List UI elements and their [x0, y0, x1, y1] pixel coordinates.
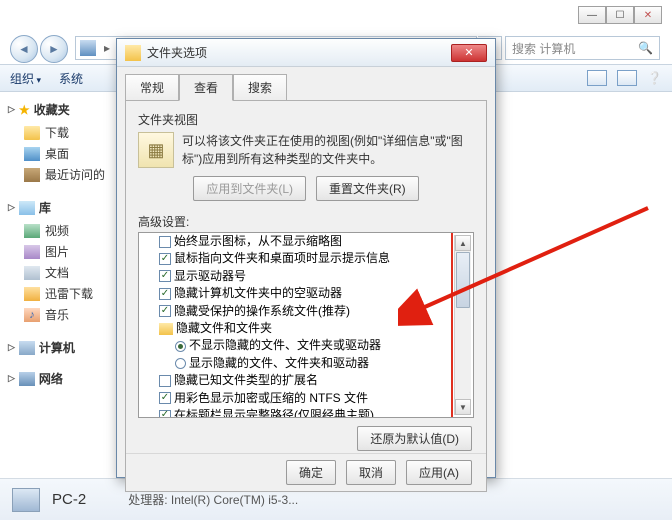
apply-button[interactable]: 应用(A) [406, 460, 472, 485]
folder-view-desc: 可以将该文件夹正在使用的视图(例如"详细信息"或"图标")应用到所有这种类型的文… [182, 132, 474, 168]
sidebar-item-pictures[interactable]: 图片 [8, 241, 107, 262]
navigation-pane: ▷★收藏夹 下载 桌面 最近访问的 ▷库 视频 图片 文档 迅雷下载 ♪音乐 ▷… [0, 93, 115, 492]
opt-dont-show-hidden[interactable]: 不显示隐藏的文件、文件夹或驱动器 [143, 337, 471, 354]
scrollbar[interactable]: ▲ ▼ [454, 235, 471, 415]
opt-full-path[interactable]: 在标题栏显示完整路径(仅限经典主题) [143, 407, 471, 418]
folder-view-heading: 文件夹视图 [138, 111, 474, 128]
minimize-button[interactable]: — [578, 6, 606, 24]
tab-body: 文件夹视图 可以将该文件夹正在使用的视图(例如"详细信息"或"图标")应用到所有… [125, 100, 487, 492]
apply-to-folders-button[interactable]: 应用到文件夹(L) [193, 176, 306, 201]
checkbox-icon[interactable] [159, 253, 171, 265]
checkbox-icon[interactable] [159, 375, 171, 387]
dialog-tabs: 常规 查看 搜索 [117, 67, 495, 100]
processor-info: 处理器: Intel(R) Core(TM) i5-3... [128, 491, 298, 508]
document-icon [24, 266, 40, 280]
restore-defaults-button[interactable]: 还原为默认值(D) [357, 426, 472, 451]
sidebar-network[interactable]: ▷网络 [8, 370, 107, 387]
sidebar-item-thunder[interactable]: 迅雷下载 [8, 283, 107, 304]
dialog-footer: 确定 取消 应用(A) [126, 453, 486, 491]
opt-hide-ext[interactable]: 隐藏已知文件类型的扩展名 [143, 372, 471, 389]
sidebar-item-recent[interactable]: 最近访问的 [8, 164, 107, 185]
opt-hidden-group: 隐藏文件和文件夹 [143, 320, 471, 337]
checkbox-icon[interactable] [159, 305, 171, 317]
sidebar-item-documents[interactable]: 文档 [8, 262, 107, 283]
organize-menu[interactable]: 组织 [10, 70, 41, 87]
help-icon[interactable]: ❔ [647, 71, 662, 85]
library-icon [19, 201, 35, 215]
ok-button[interactable]: 确定 [286, 460, 336, 485]
advanced-label: 高级设置: [138, 213, 474, 230]
search-placeholder: 搜索 计算机 [512, 40, 575, 57]
pc-icon [12, 488, 40, 512]
sidebar-item-downloads[interactable]: 下载 [8, 122, 107, 143]
tab-search[interactable]: 搜索 [233, 74, 287, 101]
folder-icon [125, 45, 141, 61]
radio-icon[interactable] [175, 341, 186, 352]
desktop-icon [24, 147, 40, 161]
folder-view-icon [138, 132, 174, 168]
back-button[interactable]: ◄ [10, 35, 38, 63]
opt-show-hidden[interactable]: 显示隐藏的文件、文件夹和驱动器 [143, 355, 471, 372]
pc-name: PC-2 [52, 491, 86, 508]
checkbox-icon[interactable] [159, 270, 171, 282]
preview-pane-icon[interactable] [617, 70, 637, 86]
advanced-settings-list: 始终显示图标，从不显示缩略图 鼠标指向文件夹和桌面项时显示提示信息 显示驱动器号… [138, 232, 474, 418]
close-button[interactable]: ✕ [634, 6, 662, 24]
checkbox-icon[interactable] [159, 236, 171, 248]
sidebar-item-desktop[interactable]: 桌面 [8, 143, 107, 164]
image-icon [24, 245, 40, 259]
folder-options-dialog: 文件夹选项 ✕ 常规 查看 搜索 文件夹视图 可以将该文件夹正在使用的视图(例如… [116, 38, 496, 478]
computer-icon [19, 341, 35, 355]
opt-ntfs-color[interactable]: 用彩色显示加密或压缩的 NTFS 文件 [143, 390, 471, 407]
maximize-button[interactable]: ☐ [606, 6, 634, 24]
sidebar-libraries[interactable]: ▷库 [8, 199, 107, 216]
opt-mouse-tip[interactable]: 鼠标指向文件夹和桌面项时显示提示信息 [143, 250, 471, 267]
computer-icon [80, 40, 96, 56]
scroll-thumb[interactable] [456, 252, 470, 308]
tab-general[interactable]: 常规 [125, 74, 179, 101]
dialog-titlebar[interactable]: 文件夹选项 ✕ [117, 39, 495, 67]
sidebar-computer[interactable]: ▷计算机 [8, 339, 107, 356]
checkbox-icon[interactable] [159, 410, 171, 418]
scroll-track[interactable] [455, 309, 471, 399]
recent-icon [24, 168, 40, 182]
scroll-up-button[interactable]: ▲ [455, 235, 471, 251]
chevron-right-icon: ▸ [104, 41, 110, 55]
opt-hide-empty[interactable]: 隐藏计算机文件夹中的空驱动器 [143, 285, 471, 302]
checkbox-icon[interactable] [159, 288, 171, 300]
dialog-close-button[interactable]: ✕ [451, 44, 487, 62]
search-input[interactable]: 搜索 计算机 🔍 [505, 36, 660, 60]
reset-folders-button[interactable]: 重置文件夹(R) [316, 176, 419, 201]
dialog-title: 文件夹选项 [147, 44, 207, 61]
sidebar-item-videos[interactable]: 视频 [8, 220, 107, 241]
parent-window-controls: — ☐ ✕ [578, 6, 662, 24]
music-icon: ♪ [24, 308, 40, 322]
system-menu[interactable]: 系统 [59, 70, 83, 87]
opt-hide-protected[interactable]: 隐藏受保护的操作系统文件(推荐) [143, 303, 471, 320]
search-icon: 🔍 [638, 41, 653, 55]
folder-icon [159, 323, 173, 335]
thunder-icon [24, 287, 40, 301]
sidebar-item-music[interactable]: ♪音乐 [8, 304, 107, 325]
nav-buttons: ◄ ► [10, 35, 68, 63]
forward-button[interactable]: ► [40, 35, 68, 63]
folder-icon [24, 126, 40, 140]
opt-show-drive[interactable]: 显示驱动器号 [143, 268, 471, 285]
opt-always-icons[interactable]: 始终显示图标，从不显示缩略图 [143, 233, 471, 250]
sidebar-favorites[interactable]: ▷★收藏夹 [8, 101, 107, 118]
checkbox-icon[interactable] [159, 392, 171, 404]
scroll-down-button[interactable]: ▼ [455, 399, 471, 415]
radio-icon[interactable] [175, 358, 186, 369]
cancel-button[interactable]: 取消 [346, 460, 396, 485]
tab-view[interactable]: 查看 [179, 74, 233, 101]
video-icon [24, 224, 40, 238]
network-icon [19, 372, 35, 386]
view-options-icon[interactable] [587, 70, 607, 86]
star-icon: ★ [19, 103, 30, 117]
